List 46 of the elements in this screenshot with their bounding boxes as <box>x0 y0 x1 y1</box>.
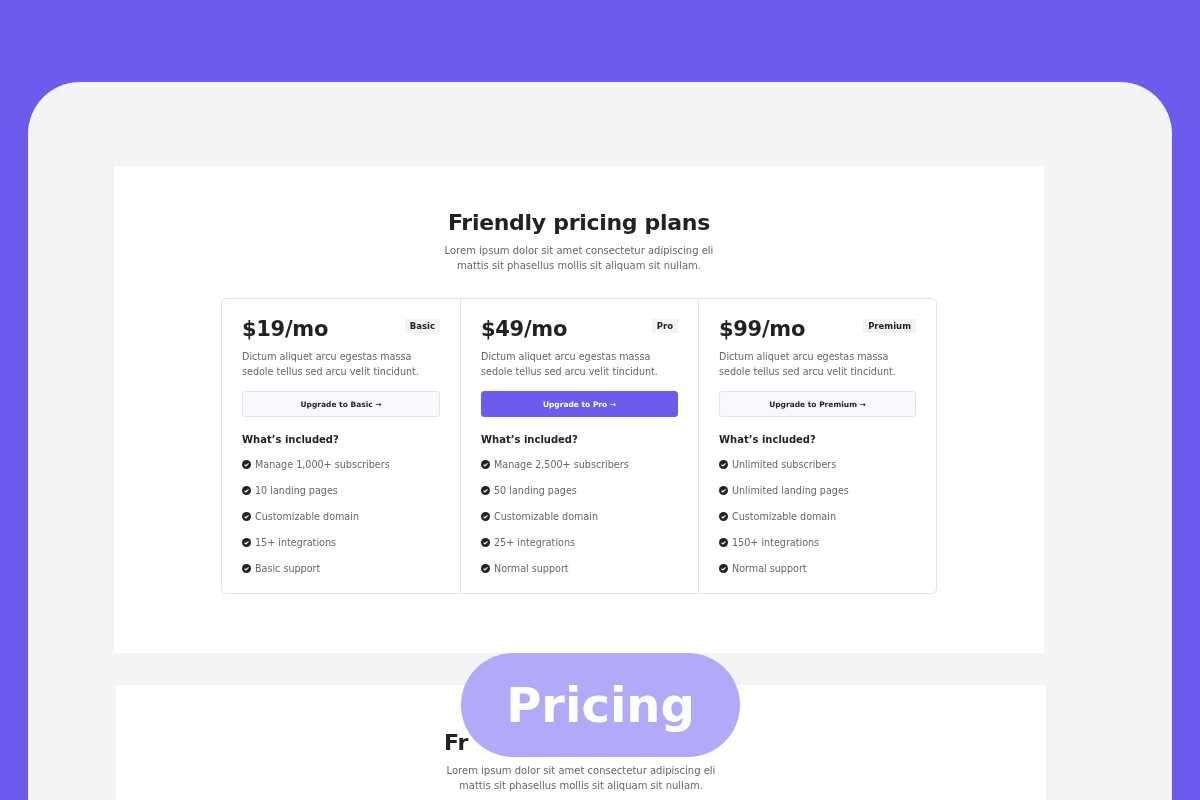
check-icon <box>481 459 490 469</box>
check-icon <box>242 563 251 573</box>
plan-price: $19/mo <box>242 317 328 341</box>
section-subtitle: Lorem ipsum dolor sit amet consectetur adipiscing eli mattis sit phasellus mollis sit aliquam sit nullam. <box>445 764 717 793</box>
feature-text: Customizable domain <box>255 510 359 522</box>
section-title: Friendly pricing plans <box>448 210 710 235</box>
feature-text: Manage 2,500+ subscribers <box>494 458 629 470</box>
check-icon <box>481 537 490 547</box>
check-icon <box>719 459 728 469</box>
feature-text: 25+ integrations <box>494 536 575 548</box>
section-title: Fr <box>444 730 469 755</box>
check-icon <box>242 511 251 521</box>
plan-badge: Basic <box>404 319 440 333</box>
feature-text: Customizable domain <box>494 510 598 522</box>
check-icon <box>242 537 251 547</box>
feature-text: Unlimited landing pages <box>732 484 849 496</box>
check-icon <box>242 485 251 495</box>
features-heading: What’s included? <box>719 434 817 445</box>
plan-description: Dictum aliquet arcu egestas massa sedole tellus sed arcu velit tincidunt. <box>719 350 897 379</box>
feature-text: Basic support <box>255 562 321 574</box>
feature-text: Normal support <box>732 562 807 574</box>
feature-text: 150+ integrations <box>732 536 820 548</box>
check-icon <box>481 563 490 573</box>
section-subtitle: Lorem ipsum dolor sit amet consectetur adipiscing eli mattis sit phasellus mollis sit aliquam sit nullam. <box>443 244 715 273</box>
check-icon <box>481 511 490 521</box>
feature-text: 50 landing pages <box>494 484 577 496</box>
plan-price: $99/mo <box>719 317 805 341</box>
check-icon <box>242 459 251 469</box>
features-heading: What’s included? <box>481 434 579 445</box>
feature-text: Unlimited subscribers <box>732 458 837 470</box>
check-icon <box>481 485 490 495</box>
plan-description: Dictum aliquet arcu egestas massa sedole tellus sed arcu velit tincidunt. <box>481 350 659 379</box>
plan-description: Dictum aliquet arcu egestas massa sedole tellus sed arcu velit tincidunt. <box>242 350 420 379</box>
check-icon <box>719 485 728 495</box>
plan-price: $49/mo <box>481 317 567 341</box>
check-icon <box>719 537 728 547</box>
plan-badge: Premium <box>863 319 916 333</box>
feature-text: Manage 1,000+ subscribers <box>255 458 390 470</box>
feature-text: Normal support <box>494 562 569 574</box>
check-icon <box>719 511 728 521</box>
plan-badge: Pro <box>651 319 678 333</box>
features-heading: What’s included? <box>242 434 340 445</box>
check-icon <box>719 563 728 573</box>
feature-text: Customizable domain <box>732 510 836 522</box>
feature-text: 10 landing pages <box>255 484 338 496</box>
feature-text: 15+ integrations <box>255 536 336 548</box>
